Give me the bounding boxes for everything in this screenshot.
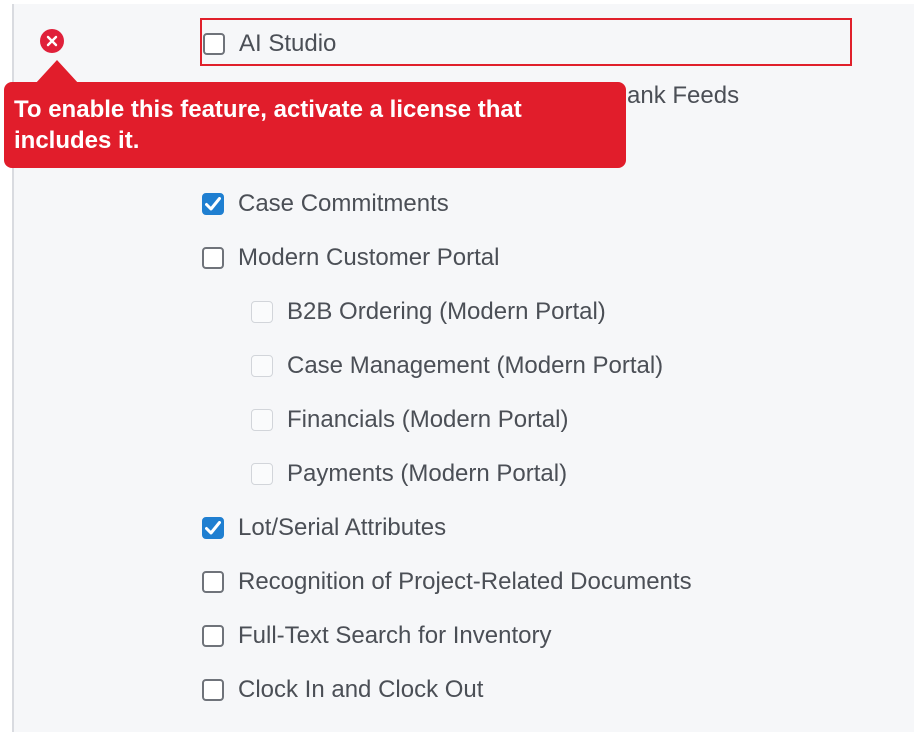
- modern-customer-portal-checkbox[interactable]: [202, 247, 224, 269]
- feature-label: Payments (Modern Portal): [287, 460, 568, 487]
- feature-ai-studio[interactable]: AI Studio: [203, 28, 336, 60]
- feature-label: Case Commitments: [238, 190, 449, 217]
- full-text-search-checkbox[interactable]: [202, 625, 224, 647]
- feature-label: Clock In and Clock Out: [238, 676, 484, 703]
- feature-full-text-search[interactable]: Full-Text Search for Inventory: [202, 620, 551, 652]
- feature-label: Full-Text Search for Inventory: [238, 622, 552, 649]
- feature-financials: Financials (Modern Portal): [251, 404, 568, 436]
- feature-label: AI Studio: [239, 30, 337, 57]
- financials-checkbox: [251, 409, 273, 431]
- feature-case-commitments[interactable]: Case Commitments: [202, 188, 449, 220]
- feature-label: Modern Customer Portal: [238, 244, 500, 271]
- feature-label: B2B Ordering (Modern Portal): [287, 298, 606, 325]
- case-management-checkbox: [251, 355, 273, 377]
- feature-label: Financials (Modern Portal): [287, 406, 569, 433]
- lot-serial-attributes-checkbox[interactable]: [202, 517, 224, 539]
- feature-b2b-ordering: B2B Ordering (Modern Portal): [251, 296, 606, 328]
- case-commitments-checkbox[interactable]: [202, 193, 224, 215]
- feature-modern-customer-portal[interactable]: Modern Customer Portal: [202, 242, 499, 274]
- clock-in-out-checkbox[interactable]: [202, 679, 224, 701]
- ai-studio-checkbox[interactable]: [203, 33, 225, 55]
- feature-case-management: Case Management (Modern Portal): [251, 350, 663, 382]
- tooltip-message: To enable this feature, activate a licen…: [14, 96, 522, 154]
- feature-label: Recognition of Project-Related Documents: [238, 568, 692, 595]
- checkmark-icon: [205, 521, 221, 535]
- b2b-ordering-checkbox: [251, 301, 273, 323]
- license-error-tooltip: To enable this feature, activate a licen…: [4, 60, 626, 168]
- checkmark-icon: [205, 197, 221, 211]
- error-close-icon[interactable]: [40, 29, 64, 53]
- feature-label: Case Management (Modern Portal): [287, 352, 664, 379]
- feature-clock-in-out[interactable]: Clock In and Clock Out: [202, 674, 483, 706]
- tooltip-arrow: [35, 60, 79, 84]
- feature-lot-serial-attributes[interactable]: Lot/Serial Attributes: [202, 512, 446, 544]
- recognition-checkbox[interactable]: [202, 571, 224, 593]
- payments-checkbox: [251, 463, 273, 485]
- feature-label: Lot/Serial Attributes: [238, 514, 447, 541]
- feature-recognition-project-documents[interactable]: Recognition of Project-Related Documents: [202, 566, 692, 598]
- feature-payments: Payments (Modern Portal): [251, 458, 567, 490]
